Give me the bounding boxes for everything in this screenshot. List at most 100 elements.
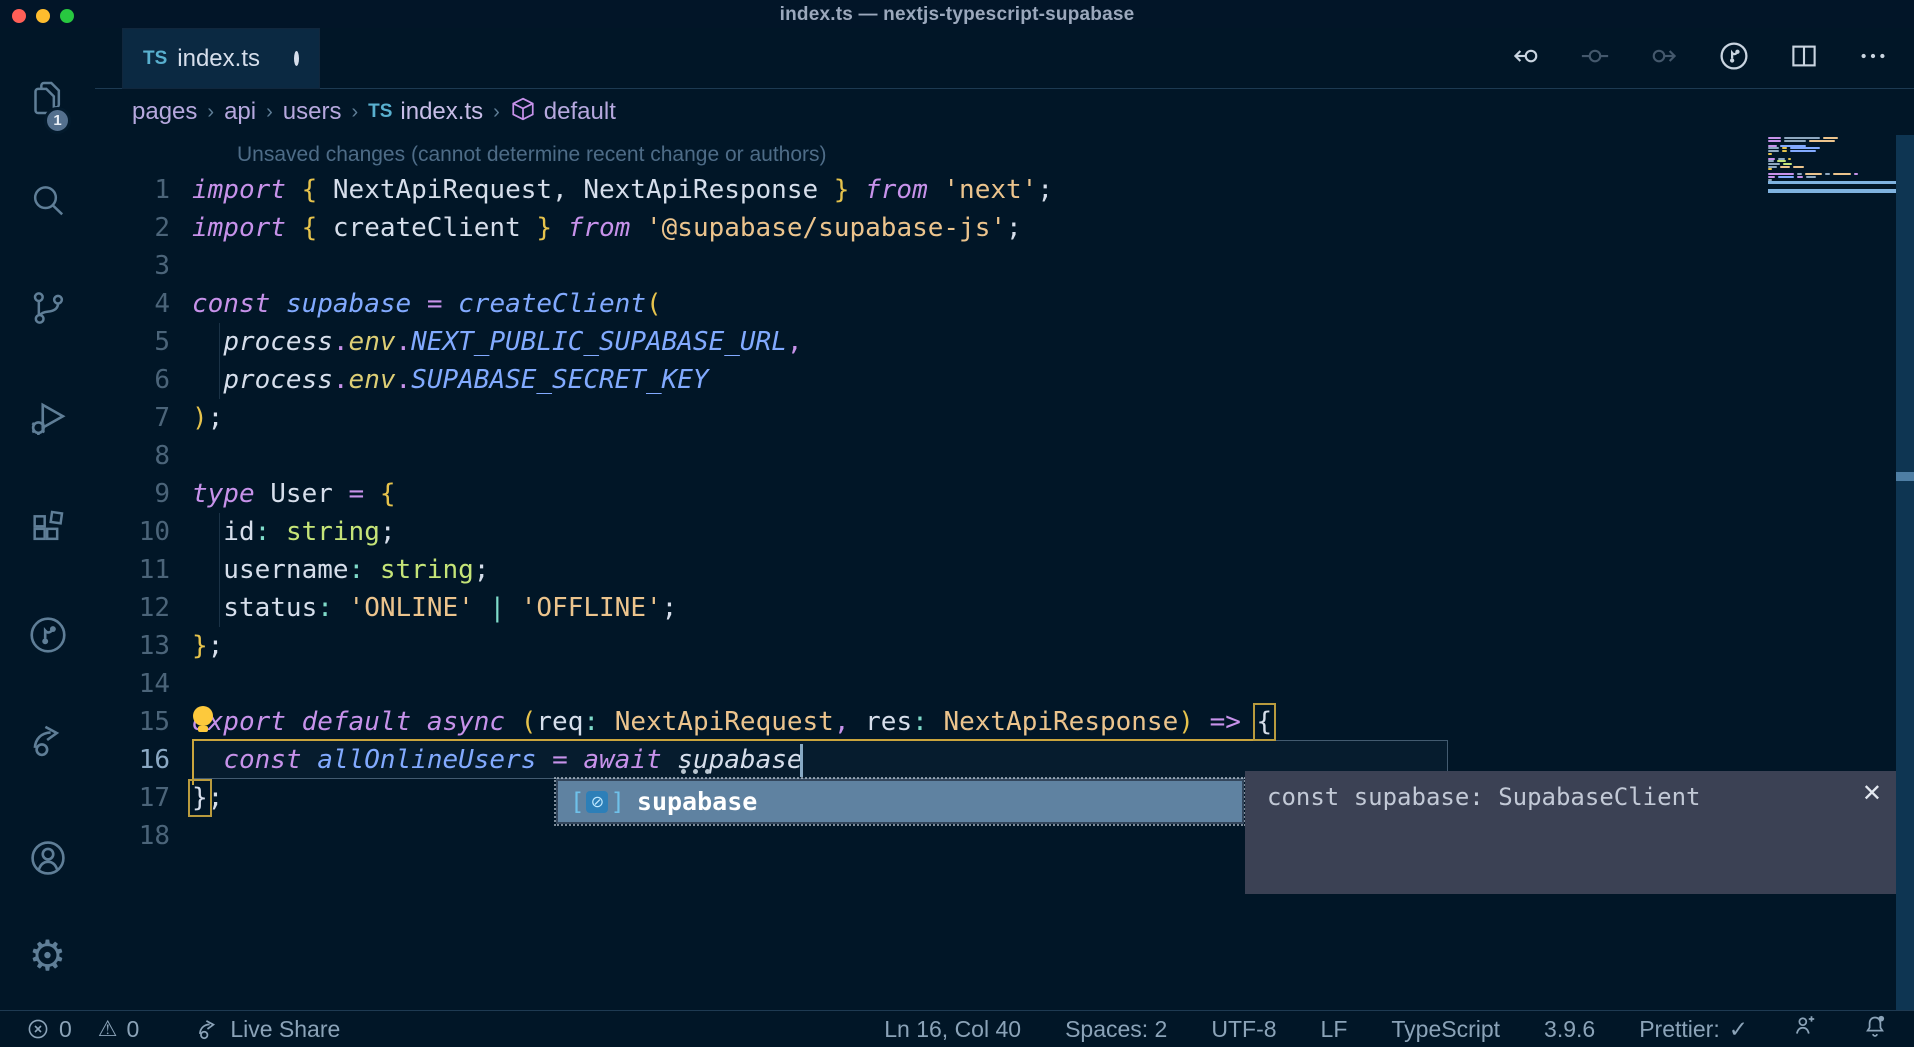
code-line[interactable]: ); — [192, 399, 223, 437]
code-token: ) — [1178, 707, 1194, 737]
more-actions-button[interactable] — [1858, 41, 1888, 76]
sidebar-item-run-debug[interactable] — [0, 385, 95, 451]
code-line[interactable]: username: string; — [192, 551, 489, 589]
code-line[interactable]: const allOnlineUsers = await supabase — [192, 741, 803, 779]
code-token — [270, 289, 286, 319]
cursor-position-status[interactable]: Ln 16, Col 40 — [884, 1016, 1021, 1043]
code-line[interactable]: export default async (req: NextApiReques… — [192, 703, 1272, 741]
feedback-person-icon — [1792, 1013, 1818, 1039]
suggest-item-supabase[interactable]: [ ⊘ ] supabase — [558, 781, 1242, 822]
code-token — [270, 517, 286, 547]
sidebar-item-explorer[interactable]: 1 — [0, 65, 95, 131]
unsaved-dot-icon[interactable] — [294, 51, 299, 66]
code-token — [630, 213, 646, 243]
code-line[interactable]: status: 'ONLINE' | 'OFFLINE'; — [192, 589, 677, 627]
breadcrumb-file[interactable]: index.ts — [400, 98, 483, 126]
code-token: string — [286, 517, 380, 547]
sidebar-item-extensions[interactable] — [0, 495, 95, 561]
tab-index-ts[interactable]: TS index.ts — [122, 28, 320, 89]
code-token: NextApiRequest, NextApiResponse — [317, 175, 834, 205]
code-token: NextApiResponse — [943, 707, 1178, 737]
code-line[interactable]: import { createClient } from '@supabase/… — [192, 209, 1022, 247]
code-token — [192, 745, 223, 775]
split-editor-icon — [1789, 41, 1819, 71]
line-number: 9 — [95, 475, 170, 513]
gitlens-codelens[interactable]: Unsaved changes (cannot determine recent… — [237, 140, 827, 170]
code-token — [411, 707, 427, 737]
split-editor-button[interactable] — [1789, 41, 1819, 76]
navigate-back-button[interactable] — [1511, 41, 1541, 76]
code-token: : — [317, 593, 333, 623]
feedback-button[interactable] — [1792, 1013, 1818, 1045]
code-token: . — [333, 365, 349, 395]
minimap-line — [1768, 140, 1835, 142]
code-line[interactable]: const supabase = createClient( — [192, 285, 662, 323]
quick-fix-lightbulb-icon[interactable] — [190, 706, 216, 734]
problems-warnings[interactable]: ⚠ 0 — [98, 1016, 140, 1043]
prettier-status[interactable]: Prettier: ✓ — [1639, 1016, 1748, 1043]
suggest-resize-grip[interactable] — [681, 769, 710, 774]
prev-change-icon — [1580, 41, 1610, 71]
sidebar-item-gitlens[interactable] — [0, 602, 95, 668]
line-number: 8 — [95, 437, 170, 475]
code-token: await — [583, 745, 661, 775]
file-history-button[interactable] — [1718, 40, 1750, 77]
code-token: ; — [662, 593, 678, 623]
code-token — [192, 365, 223, 395]
live-share-status[interactable]: Live Share — [195, 1016, 340, 1043]
code-line[interactable]: process.env.SUPABASE_SECRET_KEY — [192, 361, 709, 399]
sidebar-item-accounts[interactable] — [0, 825, 95, 891]
close-icon[interactable]: ✕ — [1862, 779, 1882, 808]
next-change-button[interactable] — [1649, 41, 1679, 76]
window-title: index.ts — nextjs-typescript-supabase — [0, 4, 1914, 26]
notifications-button[interactable] — [1862, 1013, 1888, 1045]
minimap-highlight — [1768, 181, 1896, 184]
eol-status[interactable]: LF — [1321, 1016, 1348, 1043]
code-token: '@supabase/supabase-js' — [646, 213, 1006, 243]
encoding-status[interactable]: UTF-8 — [1211, 1016, 1276, 1043]
indentation-status[interactable]: Spaces: 2 — [1065, 1016, 1167, 1043]
code-token: from — [568, 213, 631, 243]
code-token — [1194, 707, 1210, 737]
breadcrumb: pages › api › users › TS index.ts › defa… — [95, 89, 1914, 135]
sidebar-item-search[interactable] — [0, 168, 95, 234]
typescript-version-status[interactable]: 3.9.6 — [1544, 1016, 1595, 1043]
code-line[interactable]: }; — [192, 779, 223, 817]
code-token: } — [192, 783, 208, 813]
breadcrumb-pages[interactable]: pages — [132, 98, 197, 126]
code-token: username — [192, 555, 349, 585]
code-line[interactable]: type User = { — [192, 475, 396, 513]
minimap-line — [1768, 153, 1772, 155]
code-line[interactable]: }; — [192, 627, 223, 665]
chevron-right-icon: › — [266, 101, 273, 124]
code-token: => — [1210, 707, 1241, 737]
language-mode-status[interactable]: TypeScript — [1391, 1016, 1500, 1043]
breadcrumb-users[interactable]: users — [283, 98, 342, 126]
sidebar-item-live-share[interactable] — [0, 707, 95, 773]
minimap-highlight — [1768, 189, 1896, 193]
variable-icon: ⊘ — [586, 791, 608, 813]
code-token — [928, 707, 944, 737]
bell-icon — [1862, 1013, 1888, 1039]
code-token: NextApiRequest — [615, 707, 834, 737]
code-editor[interactable]: Unsaved changes (cannot determine recent… — [95, 135, 1914, 1010]
sidebar-item-settings[interactable]: ⚙ — [0, 923, 95, 989]
code-line[interactable]: id: string; — [192, 513, 396, 551]
sidebar-item-source-control[interactable] — [0, 275, 95, 341]
line-number: 17 — [95, 779, 170, 817]
breadcrumb-api[interactable]: api — [224, 98, 256, 126]
code-token: : — [583, 707, 599, 737]
breadcrumb-symbol-default[interactable]: default — [544, 98, 616, 126]
code-token — [928, 175, 944, 205]
problems-errors[interactable]: 0 — [26, 1016, 72, 1043]
minimap[interactable] — [1768, 135, 1896, 215]
code-line[interactable]: process.env.NEXT_PUBLIC_SUPABASE_URL, — [192, 323, 803, 361]
editor-scrollbar[interactable] — [1896, 135, 1914, 1010]
line-number: 18 — [95, 817, 170, 855]
code-line[interactable]: import { NextApiRequest, NextApiResponse… — [192, 171, 1053, 209]
code-token — [505, 593, 521, 623]
line-number: 13 — [95, 627, 170, 665]
error-icon — [26, 1017, 50, 1041]
code-token — [568, 745, 584, 775]
previous-change-button[interactable] — [1580, 41, 1610, 76]
